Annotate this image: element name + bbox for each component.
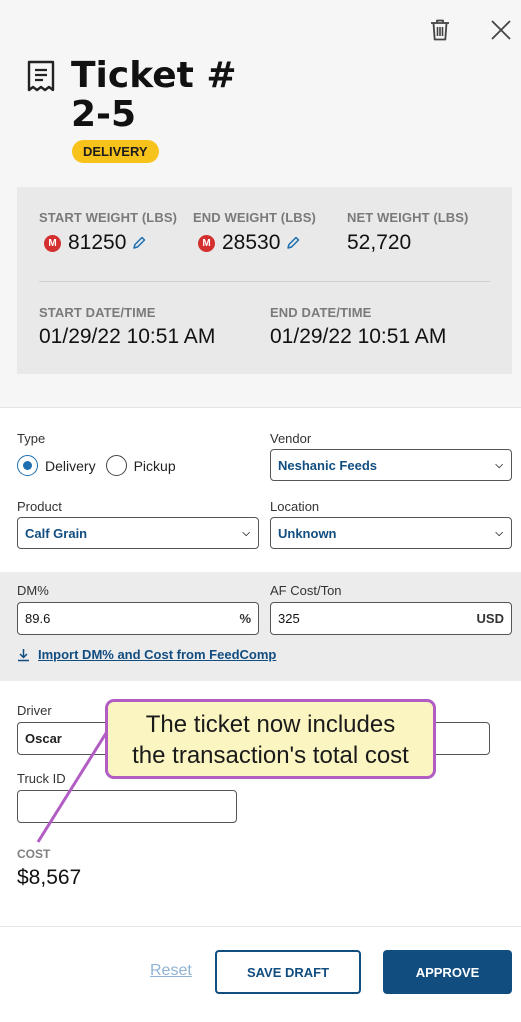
truck-id-input[interactable]: [17, 790, 237, 823]
end-weight-label: END WEIGHT (LBS): [193, 210, 316, 225]
chevron-down-icon: ⌵: [242, 527, 250, 539]
af-cost-value: 325: [278, 611, 300, 626]
vendor-select[interactable]: Neshanic Feeds ⌵: [270, 449, 512, 481]
dm-value: 89.6: [25, 611, 51, 626]
pencil-icon: [287, 236, 300, 249]
driver-label: Driver: [17, 703, 52, 718]
end-weight-value: 28530: [222, 231, 281, 254]
type-radio-group: Delivery Pickup: [17, 455, 186, 476]
cost-value: $8,567: [17, 866, 82, 889]
pickup-radio[interactable]: [105, 455, 127, 476]
pencil-icon: [133, 236, 146, 249]
start-weight: M 81250: [44, 231, 146, 255]
delivery-radio[interactable]: [17, 455, 38, 476]
footer-divider: [0, 926, 521, 927]
pickup-radio-label[interactable]: Pickup: [134, 458, 176, 474]
delete-button[interactable]: [426, 16, 454, 44]
product-label: Product: [17, 499, 62, 514]
title-line-2: 2-5: [71, 94, 137, 135]
callout-line-1: The ticket now includes: [145, 711, 396, 738]
approve-button[interactable]: APPROVE: [383, 950, 512, 994]
net-weight-value: 52,720: [347, 231, 412, 254]
page-title: Ticket # 2-5: [71, 56, 237, 134]
divider: [39, 281, 490, 282]
vendor-value: Neshanic Feeds: [278, 457, 377, 473]
af-cost-input[interactable]: 325 USD: [270, 602, 512, 635]
dm-input[interactable]: 89.6 %: [17, 602, 259, 635]
save-draft-button[interactable]: SAVE DRAFT: [215, 950, 361, 994]
af-cost-unit: USD: [476, 611, 504, 626]
type-label: Type: [17, 431, 46, 446]
close-button[interactable]: [487, 16, 515, 44]
download-icon: [17, 648, 30, 662]
receipt-icon: [27, 60, 55, 92]
manual-entry-badge: M: [44, 234, 61, 252]
delivery-radio-label[interactable]: Delivery: [45, 458, 96, 474]
edit-end-weight-button[interactable]: [286, 236, 300, 250]
product-select[interactable]: Calf Grain ⌵: [17, 517, 259, 549]
af-cost-label: AF Cost/Ton: [270, 583, 342, 598]
end-datetime-label: END DATE/TIME: [270, 305, 372, 320]
end-datetime-value: 01/29/22 10:51 AM: [270, 325, 447, 348]
start-datetime-label: START DATE/TIME: [39, 305, 156, 320]
net-weight-label: NET WEIGHT (LBS): [347, 210, 469, 225]
weights-card: START WEIGHT (LBS) M 81250 END WEIGHT (L…: [17, 187, 512, 374]
import-feedcomp-link[interactable]: Import DM% and Cost from FeedComp: [17, 647, 276, 662]
trash-icon: [431, 19, 449, 41]
chevron-down-icon: ⌵: [495, 459, 503, 471]
callout-line-2: the transaction's total cost: [132, 742, 409, 769]
location-value: Unknown: [278, 525, 337, 541]
cost-label: COST: [17, 847, 51, 861]
location-label: Location: [270, 499, 320, 514]
manual-entry-badge: M: [198, 234, 215, 252]
product-value: Calf Grain: [25, 525, 88, 541]
truck-id-label: Truck ID: [17, 771, 66, 786]
chevron-down-icon: ⌵: [495, 527, 503, 539]
title-line-1: Ticket #: [71, 55, 237, 96]
end-weight: M 28530: [198, 231, 300, 255]
radio-selected-dot: [23, 461, 32, 470]
import-link-text: Import DM% and Cost from FeedComp: [38, 647, 277, 662]
vendor-label: Vendor: [270, 431, 312, 446]
ticket-header-panel: Ticket # 2-5 DELIVERY START WEIGHT (LBS)…: [0, 0, 521, 408]
location-select[interactable]: Unknown ⌵: [270, 517, 512, 549]
reset-button[interactable]: Reset: [150, 962, 192, 980]
start-weight-label: START WEIGHT (LBS): [39, 210, 178, 225]
close-icon: [491, 20, 511, 40]
start-datetime-value: 01/29/22 10:51 AM: [39, 325, 216, 348]
callout-annotation: The ticket now includes the transaction'…: [105, 699, 436, 779]
dm-label: DM%: [17, 583, 49, 598]
start-weight-value: 81250: [68, 231, 127, 254]
edit-start-weight-button[interactable]: [132, 236, 146, 250]
ticket-type-badge: DELIVERY: [72, 140, 159, 163]
dm-unit: %: [239, 611, 251, 626]
